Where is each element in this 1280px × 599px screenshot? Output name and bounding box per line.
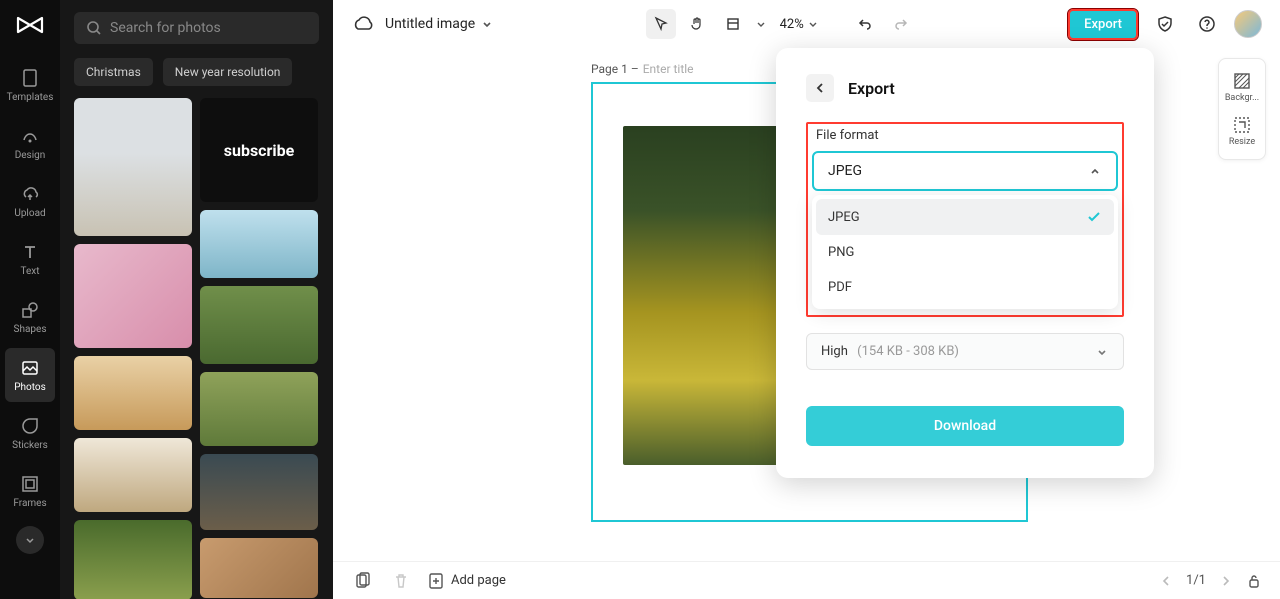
upload-icon — [19, 183, 41, 205]
hand-tool[interactable] — [682, 9, 712, 39]
crop-tool[interactable] — [718, 9, 748, 39]
thumb-text: subscribe — [224, 141, 294, 160]
delete-page-button[interactable] — [389, 569, 413, 593]
rail-templates[interactable]: Templates — [5, 58, 55, 112]
avatar[interactable] — [1234, 10, 1262, 38]
chip-new-year[interactable]: New year resolution — [163, 58, 293, 86]
rail-label: Design — [15, 150, 46, 161]
export-popup: Export File format JPEG JPEG PNG PDF Hig… — [776, 48, 1154, 478]
rail-design[interactable]: Design — [5, 116, 55, 170]
text-icon — [19, 241, 41, 263]
back-button[interactable] — [806, 74, 834, 102]
photo-thumb[interactable] — [74, 520, 192, 599]
rail-label: Shapes — [14, 324, 47, 335]
undo-button[interactable] — [850, 9, 880, 39]
rail-photos[interactable]: Photos — [5, 348, 55, 402]
help-icon[interactable] — [1192, 9, 1222, 39]
stickers-icon — [19, 415, 41, 437]
right-tools: Backgr... Resize — [1218, 58, 1266, 160]
quality-value: High — [821, 344, 848, 359]
search-placeholder: Search for photos — [110, 20, 221, 36]
search-icon — [86, 20, 102, 36]
format-option-png[interactable]: PNG — [816, 235, 1114, 270]
rail-stickers[interactable]: Stickers — [5, 406, 55, 460]
file-format-highlight: File format JPEG JPEG PNG PDF — [806, 122, 1124, 317]
photo-grid: subscribe — [74, 98, 319, 599]
add-page-button[interactable]: Add page — [427, 572, 506, 590]
photos-icon — [19, 357, 41, 379]
frames-icon — [19, 473, 41, 495]
zoom-level[interactable]: 42% — [774, 17, 824, 32]
photo-thumb[interactable] — [200, 538, 318, 598]
photo-thumb[interactable] — [74, 98, 192, 236]
file-format-dropdown: JPEG PNG PDF — [812, 195, 1118, 309]
rail-label: Frames — [13, 498, 46, 509]
background-tool[interactable]: Backgr... — [1219, 65, 1265, 109]
cursor-tool[interactable] — [646, 9, 676, 39]
check-icon — [1086, 209, 1102, 225]
rail-shapes[interactable]: Shapes — [5, 290, 55, 344]
rail-label: Stickers — [12, 440, 48, 451]
rail-label: Templates — [7, 92, 54, 103]
photo-thumb[interactable] — [200, 454, 318, 530]
resize-icon — [1232, 115, 1252, 135]
photo-thumb[interactable]: subscribe — [200, 98, 318, 202]
page-label: Page 1 – — [591, 62, 639, 76]
page-title-input[interactable]: Enter title — [643, 62, 694, 76]
photo-thumb[interactable] — [74, 244, 192, 348]
rail-text[interactable]: Text — [5, 232, 55, 286]
quality-select[interactable]: High (154 KB - 308 KB) — [806, 333, 1124, 370]
select-value: JPEG — [828, 163, 862, 179]
chevron-up-icon — [1088, 164, 1102, 178]
download-button[interactable]: Download — [806, 406, 1124, 446]
doc-title[interactable]: Untitled image — [385, 16, 475, 32]
background-icon — [1232, 71, 1252, 91]
search-input[interactable]: Search for photos — [74, 12, 319, 44]
export-button[interactable]: Export — [1068, 9, 1138, 40]
lock-icon[interactable] — [1246, 573, 1262, 589]
chip-christmas[interactable]: Christmas — [74, 58, 153, 86]
chevron-down-icon — [1095, 345, 1109, 359]
rail-upload[interactable]: Upload — [5, 174, 55, 228]
top-bar: Untitled image 42% Export — [333, 0, 1280, 48]
rail-label: Photos — [14, 382, 46, 393]
rail-frames[interactable]: Frames — [5, 464, 55, 518]
page-indicator: 1/1 — [1186, 573, 1206, 588]
rail-label: Text — [20, 266, 39, 277]
file-format-select[interactable]: JPEG — [812, 151, 1118, 191]
duplicate-page-button[interactable] — [351, 569, 375, 593]
photo-thumb[interactable] — [200, 286, 318, 364]
cloud-sync-icon[interactable] — [351, 15, 373, 33]
add-page-icon — [427, 572, 445, 590]
format-option-jpeg[interactable]: JPEG — [816, 199, 1114, 235]
prev-page-button[interactable] — [1160, 575, 1172, 587]
export-title: Export — [848, 79, 895, 98]
rail-label: Upload — [14, 208, 45, 219]
photo-thumb[interactable] — [200, 372, 318, 446]
quality-range: (154 KB - 308 KB) — [857, 344, 959, 359]
crop-caret-icon[interactable] — [754, 9, 768, 39]
side-panel: Search for photos Christmas New year res… — [60, 0, 333, 599]
resize-tool[interactable]: Resize — [1219, 109, 1265, 153]
photo-thumb[interactable] — [200, 210, 318, 278]
tool-rail: Templates Design Upload Text Shapes Phot… — [0, 0, 60, 599]
photo-thumb[interactable] — [74, 356, 192, 430]
shield-icon[interactable] — [1150, 9, 1180, 39]
rail-more[interactable] — [16, 526, 44, 554]
chips-row: Christmas New year resolution — [74, 58, 319, 86]
bottom-bar: Add page 1/1 — [333, 561, 1280, 599]
format-option-pdf[interactable]: PDF — [816, 270, 1114, 305]
design-icon — [19, 125, 41, 147]
redo-button[interactable] — [886, 9, 916, 39]
doc-title-caret-icon[interactable] — [481, 18, 493, 30]
page-meta: Page 1 – Enter title — [591, 62, 694, 76]
photo-thumb[interactable] — [74, 438, 192, 512]
shapes-icon — [19, 299, 41, 321]
app-logo[interactable] — [15, 10, 45, 40]
file-format-label: File format — [816, 128, 1118, 143]
next-page-button[interactable] — [1220, 575, 1232, 587]
templates-icon — [19, 67, 41, 89]
